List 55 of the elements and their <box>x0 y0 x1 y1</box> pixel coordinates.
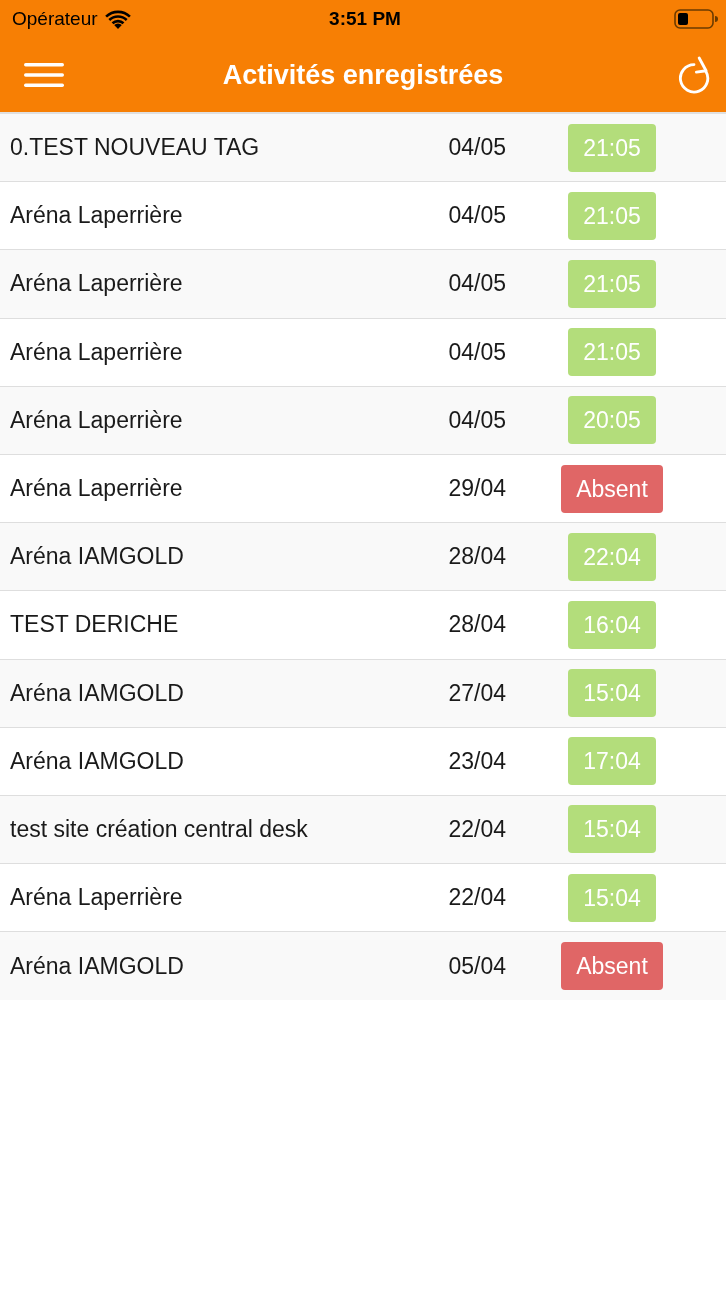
refresh-icon <box>677 56 711 94</box>
activity-date: 04/05 <box>447 338 507 366</box>
refresh-button[interactable] <box>677 56 711 94</box>
activity-name: Aréna Laperrière <box>10 338 184 366</box>
time-badge: 17:04 <box>568 737 656 786</box>
activity-name: Aréna IAMGOLD <box>10 679 185 707</box>
activity-row[interactable]: Aréna Laperrière 04/05 21:05 <box>0 250 726 319</box>
absent-badge: Absent <box>561 464 663 513</box>
activity-date: 22/04 <box>447 884 507 912</box>
activity-row[interactable]: Aréna IAMGOLD 28/04 22:04 <box>0 523 726 592</box>
activity-row[interactable]: test site création central desk 22/04 15:04 <box>0 795 726 865</box>
activity-name: Aréna IAMGOLD <box>10 952 185 980</box>
activity-date: 28/04 <box>447 543 507 571</box>
carrier-name: Opérateur <box>12 8 98 30</box>
battery-icon <box>674 9 718 29</box>
time-badge: 15:04 <box>568 873 656 922</box>
activity-name: Aréna Laperrière <box>10 884 184 912</box>
activity-date: 04/05 <box>447 406 507 434</box>
activity-date: 22/04 <box>447 815 507 843</box>
activity-date: 28/04 <box>447 611 507 639</box>
menu-icon <box>24 63 64 87</box>
activity-date: 04/05 <box>447 202 507 230</box>
wifi-icon <box>104 9 131 29</box>
time-badge: 16:04 <box>568 600 656 649</box>
activity-name: Aréna IAMGOLD <box>10 543 185 571</box>
status-time: 3:51 PM <box>329 8 401 30</box>
time-badge: 21:05 <box>568 123 656 172</box>
time-badge: 21:05 <box>568 328 656 377</box>
time-badge: 21:05 <box>568 191 656 240</box>
activity-name: Aréna Laperrière <box>10 406 184 434</box>
activity-name: Aréna IAMGOLD <box>10 747 185 775</box>
time-badge: 15:04 <box>568 669 656 718</box>
screen-title: Activités enregistrées <box>221 59 505 91</box>
activity-name: 0.TEST NOUVEAU TAG <box>10 134 261 162</box>
activity-date: 23/04 <box>447 747 507 775</box>
activity-date: 05/04 <box>447 952 507 980</box>
activity-name: Aréna Laperrière <box>10 270 184 298</box>
activity-name: Aréna Laperrière <box>10 202 184 230</box>
activity-row[interactable]: Aréna IAMGOLD 27/04 15:04 <box>0 659 726 728</box>
activity-row[interactable]: Aréna Laperrière 04/05 20:05 <box>0 386 726 455</box>
time-badge: 15:04 <box>568 805 656 854</box>
absent-badge: Absent <box>561 942 663 991</box>
activity-date: 29/04 <box>447 475 507 503</box>
activity-name: Aréna Laperrière <box>10 475 184 503</box>
time-badge: 22:04 <box>568 532 656 581</box>
activity-date: 04/05 <box>447 134 507 162</box>
time-badge: 20:05 <box>568 396 656 445</box>
activity-date: 27/04 <box>447 679 507 707</box>
activity-name: test site création central desk <box>10 815 309 843</box>
activity-row[interactable]: 0.TEST NOUVEAU TAG 04/05 21:05 <box>0 114 726 183</box>
time-badge: 21:05 <box>568 259 656 308</box>
activity-row[interactable]: Aréna IAMGOLD 05/04 Absent <box>0 932 726 1001</box>
activity-date: 04/05 <box>447 270 507 298</box>
activity-name: TEST DERICHE <box>10 611 180 639</box>
menu-button[interactable] <box>24 63 64 87</box>
